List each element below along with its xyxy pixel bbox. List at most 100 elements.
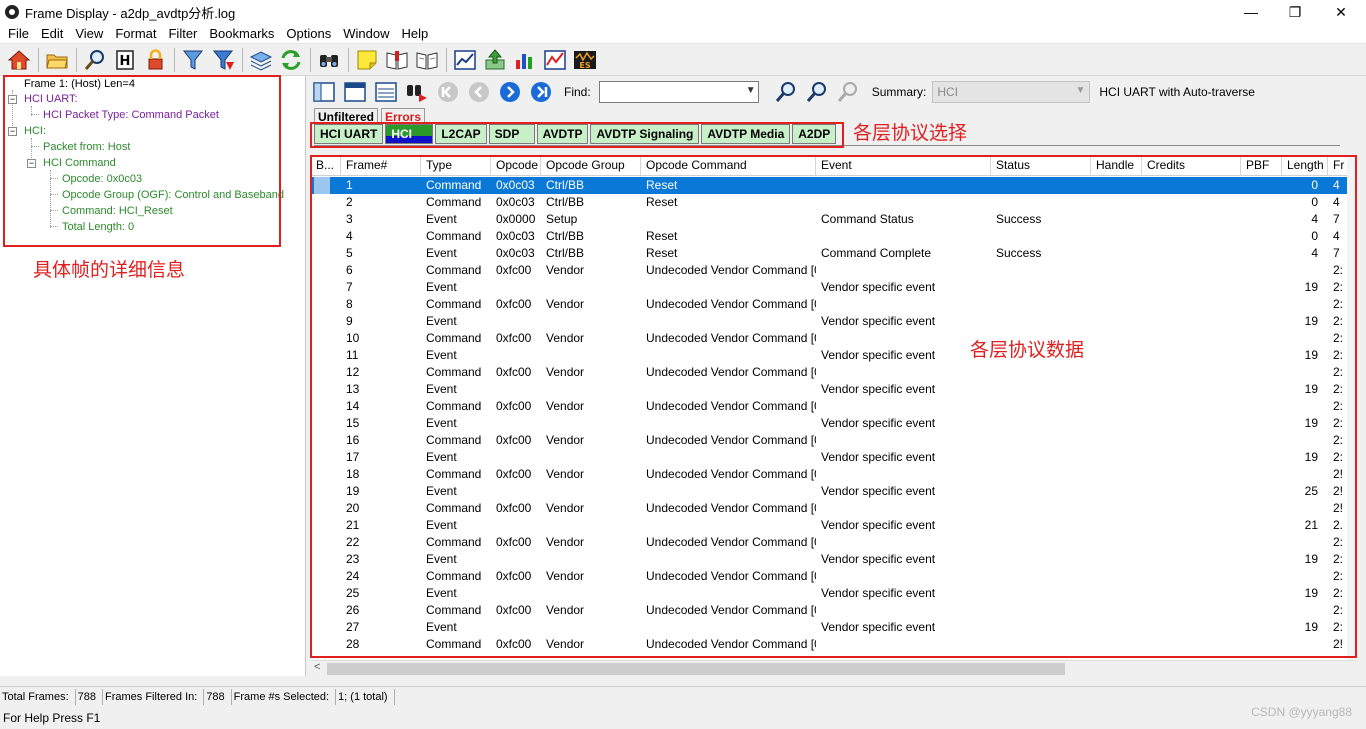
lock-icon[interactable] (142, 47, 168, 73)
collapse-toggle-icon[interactable]: − (8, 127, 17, 136)
col-header-opcode-command[interactable]: Opcode Command (641, 155, 816, 176)
table-row[interactable]: 2 Command 0x0c03 Ctrl/BB Reset 0 4 (311, 194, 1356, 211)
prev-frame-icon[interactable] (465, 79, 492, 106)
col-header-event[interactable]: Event (816, 155, 991, 176)
table-row[interactable]: 28 Command 0xfc00 Vendor Undecoded Vendor Co… (311, 636, 1356, 653)
refresh-icon[interactable] (278, 47, 304, 73)
tree-opcode-group[interactable]: Opcode Group (OGF): Control and Baseband (62, 187, 284, 203)
table-row[interactable]: 24 Command 0xfc00 Vendor Undecoded Vendor Co… (311, 568, 1356, 585)
find-clear-icon[interactable] (835, 79, 862, 106)
note-icon[interactable] (354, 47, 380, 73)
menu-window[interactable]: Window (337, 26, 395, 41)
tree-opcode[interactable]: Opcode: 0x0c03 (62, 171, 142, 187)
book-open-icon[interactable] (414, 47, 440, 73)
next-frame-icon[interactable] (496, 79, 523, 106)
pane-list-icon[interactable] (372, 79, 399, 106)
tree-frame-node[interactable]: Frame 1: (Host) Len=4 (24, 76, 135, 92)
table-row[interactable]: 13 Event Vendor specific event 19 2: (311, 381, 1356, 398)
tree-command[interactable]: Command: HCI_Reset (62, 203, 173, 219)
tab-avdtp-media[interactable]: AVDTP Media (701, 124, 791, 144)
tree-hci-uart-node[interactable]: HCI UART: (24, 91, 78, 107)
find-prev-icon[interactable] (804, 79, 831, 106)
table-row[interactable]: 1 Command 0x0c03 Ctrl/BB Reset 0 4 (311, 177, 1356, 194)
table-row[interactable]: 22 Command 0xfc00 Vendor Undecoded Vendor Co… (311, 534, 1356, 551)
tab-hci-uart[interactable]: HCI UART (314, 124, 384, 144)
table-row[interactable]: 14 Command 0xfc00 Vendor Undecoded Vendor Co… (311, 398, 1356, 415)
chevron-down-icon[interactable]: ▼ (746, 85, 756, 96)
table-row[interactable]: 26 Command 0xfc00 Vendor Undecoded Vendor Co… (311, 602, 1356, 619)
filter-icon[interactable] (180, 47, 206, 73)
pane-summary-icon[interactable] (341, 79, 368, 106)
summary-combobox[interactable]: HCI ▼ (932, 81, 1091, 103)
table-row[interactable]: 17 Event Vendor specific event 19 2: (311, 449, 1356, 466)
col-header-opcode-group[interactable]: Opcode Group (541, 155, 641, 176)
grid-vertical-scrollbar[interactable] (1347, 155, 1356, 660)
menu-help[interactable]: Help (395, 26, 434, 41)
scroll-left-icon[interactable]: < (314, 661, 320, 673)
tab-l2cap[interactable]: L2CAP (435, 124, 487, 144)
tab-avdtp[interactable]: AVDTP (536, 124, 589, 144)
tab-hci[interactable]: HCI (385, 124, 434, 144)
menu-format[interactable]: Format (109, 26, 162, 41)
book-red-icon[interactable] (384, 47, 410, 73)
table-row[interactable]: 5 Event 0x0c03 Ctrl/BB Reset Command Complete… (311, 245, 1356, 262)
maximize-button[interactable]: ❐ (1272, 0, 1318, 24)
export-icon[interactable] (482, 47, 508, 73)
table-row[interactable]: 16 Command 0xfc00 Vendor Undecoded Vendor Co… (311, 432, 1356, 449)
frame-summary-grid[interactable]: B... Frame# Type Opcode Opcode Group Opc… (311, 155, 1356, 660)
tab-sdp[interactable]: SDP (488, 124, 535, 144)
table-row[interactable]: 7 Event Vendor specific event 19 2: (311, 279, 1356, 296)
col-header-credits[interactable]: Credits (1142, 155, 1241, 176)
open-folder-icon[interactable] (44, 47, 70, 73)
table-row[interactable]: 18 Command 0xfc00 Vendor Undecoded Vendor Co… (311, 466, 1356, 483)
table-row[interactable]: 21 Event Vendor specific event 21 2. (311, 517, 1356, 534)
col-header-opcode[interactable]: Opcode (491, 155, 541, 176)
scroll-thumb[interactable] (327, 663, 1065, 675)
tab-errors[interactable]: Errors (381, 108, 426, 124)
tree-hci-command-node[interactable]: HCI Command (43, 155, 116, 171)
bar-chart-icon[interactable] (512, 47, 538, 73)
col-header-bookmark[interactable]: B... (311, 155, 341, 176)
col-header-status[interactable]: Status (991, 155, 1091, 176)
home-icon[interactable] (6, 47, 32, 73)
table-row[interactable]: 11 Event Vendor specific event 19 2: (311, 347, 1356, 364)
table-row[interactable]: 19 Event Vendor specific event 25 2! (311, 483, 1356, 500)
find-icon[interactable] (82, 47, 108, 73)
layers-icon[interactable] (248, 47, 274, 73)
col-header-frame[interactable]: Frame# (341, 155, 421, 176)
menu-filter[interactable]: Filter (162, 26, 203, 41)
tree-packet-from[interactable]: Packet from: Host (43, 139, 130, 155)
first-frame-icon[interactable] (434, 79, 461, 106)
table-row[interactable]: 9 Event Vendor specific event 19 2: (311, 313, 1356, 330)
find-combobox[interactable]: ▼ (598, 81, 759, 103)
collapse-toggle-icon[interactable]: − (8, 95, 17, 104)
minimize-button[interactable]: — (1228, 0, 1274, 24)
table-row[interactable]: 23 Event Vendor specific event 19 2: (311, 551, 1356, 568)
tree-hci-node[interactable]: HCI: (24, 123, 46, 139)
tab-a2dp[interactable]: A2DP (792, 124, 837, 144)
grid-horizontal-scrollbar[interactable]: < (311, 660, 1356, 676)
table-row[interactable]: 8 Command 0xfc00 Vendor Undecoded Vendor Com… (311, 296, 1356, 313)
table-row[interactable]: 12 Command 0xfc00 Vendor Undecoded Vendor Co… (311, 364, 1356, 381)
tree-total-length[interactable]: Total Length: 0 (62, 219, 134, 235)
menu-options[interactable]: Options (280, 26, 337, 41)
table-row[interactable]: 15 Event Vendor specific event 19 2: (311, 415, 1356, 432)
col-header-handle[interactable]: Handle (1091, 155, 1142, 176)
table-row[interactable]: 10 Command 0xfc00 Vendor Undecoded Vendor Co… (311, 330, 1356, 347)
chart-line-icon[interactable] (452, 47, 478, 73)
binoculars-go-icon[interactable] (403, 79, 430, 106)
col-header-type[interactable]: Type (421, 155, 491, 176)
pane-layout-icon[interactable] (310, 79, 337, 106)
last-frame-icon[interactable] (527, 79, 554, 106)
table-row[interactable]: 20 Command 0xfc00 Vendor Undecoded Vendor Co… (311, 500, 1356, 517)
tree-hci-packet-type[interactable]: HCI Packet Type: Command Packet (43, 107, 219, 123)
table-row[interactable]: 25 Event Vendor specific event 19 2: (311, 585, 1356, 602)
frame-detail-tree[interactable]: Frame 1: (Host) Len=4 − HCI UART: HCI Pa… (0, 76, 306, 676)
es-icon[interactable]: ES (572, 47, 598, 73)
table-row[interactable]: 6 Command 0xfc00 Vendor Undecoded Vendor Com… (311, 262, 1356, 279)
filter-red-icon[interactable] (210, 47, 236, 73)
hex-icon[interactable]: H (112, 47, 138, 73)
menu-view[interactable]: View (69, 26, 109, 41)
col-header-length[interactable]: Length (1282, 155, 1328, 176)
menu-file[interactable]: File (2, 26, 35, 41)
